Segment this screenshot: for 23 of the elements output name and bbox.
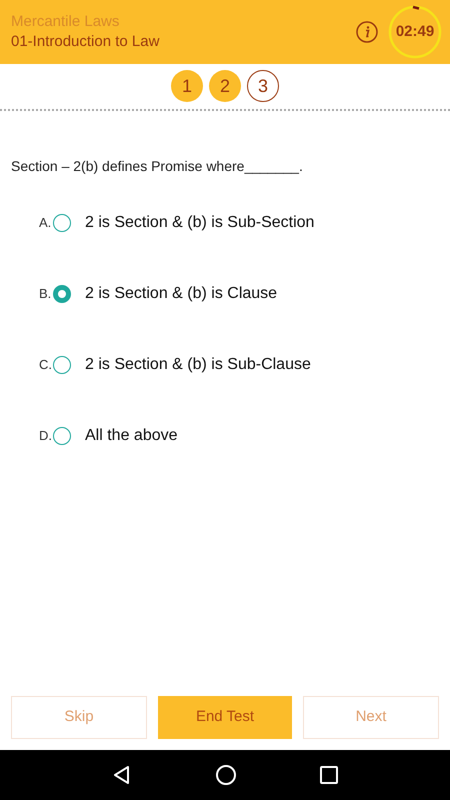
recent-apps-icon[interactable] [320, 766, 338, 784]
option-text[interactable]: All the above [85, 424, 178, 448]
option-text[interactable]: 2 is Section & (b) is Sub-Section [85, 211, 314, 235]
home-icon[interactable] [214, 764, 237, 786]
timer-ring-drawing [388, 5, 442, 59]
option-text[interactable]: 2 is Section & (b) is Sub-Clause [85, 353, 311, 377]
question-number[interactable]: 2 [209, 70, 241, 102]
chapter-title: 01-Introduction to Law [11, 32, 160, 52]
question-number[interactable]: 3 [247, 70, 279, 102]
timer-text: 02:49 [396, 22, 434, 42]
radio-button[interactable] [53, 285, 71, 303]
radio-button[interactable] [53, 356, 71, 374]
option-letter: C. [39, 356, 53, 374]
info-icon[interactable] [356, 21, 378, 43]
radio-button[interactable] [53, 214, 71, 232]
radio-button[interactable] [53, 427, 71, 445]
back-icon[interactable] [112, 765, 132, 785]
question-text: Section – 2(b) defines Promise where_______. [11, 157, 304, 176]
option-letter: A. [39, 214, 52, 232]
option-letter: D. [39, 427, 53, 446]
question-number[interactable]: 1 [171, 70, 203, 102]
option-letter: B. [39, 285, 52, 304]
option-text[interactable]: 2 is Section & (b) is Clause [85, 282, 278, 306]
